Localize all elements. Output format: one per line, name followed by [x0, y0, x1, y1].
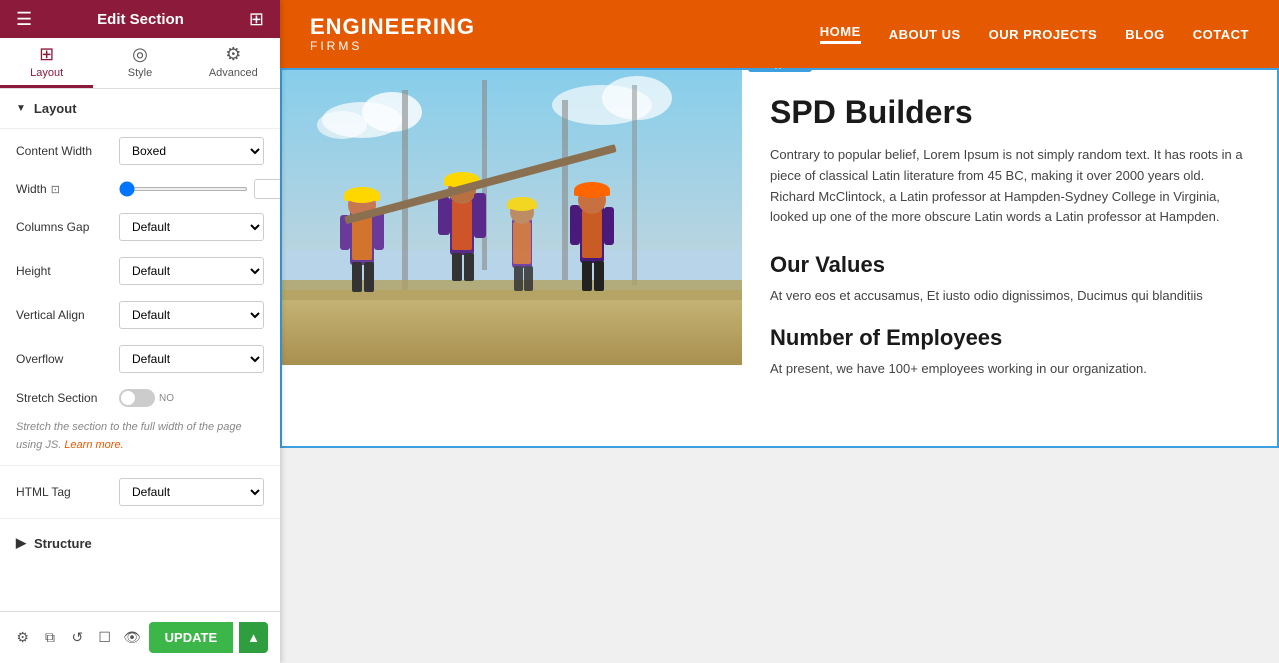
values-text: At vero eos et accusamus, Et iusto odio …: [770, 288, 1249, 303]
panel-tabs: ⊞ Layout ◎ Style ⚙ Advanced: [0, 38, 280, 89]
settings-icon-btn[interactable]: ⚙: [12, 624, 33, 652]
vertical-align-select[interactable]: Default Top Middle Bottom: [119, 301, 264, 329]
stretch-toggle-switch[interactable]: [119, 389, 155, 407]
stretch-toggle-wrapper[interactable]: NO: [119, 389, 174, 407]
grid-icon[interactable]: ⊞: [249, 9, 264, 30]
stretch-hint-row: Stretch the section to the full width of…: [0, 415, 280, 461]
layout-section-header[interactable]: ▼ Layout: [0, 89, 280, 129]
site-logo: ENGINEERING FIRMS: [310, 15, 475, 53]
divider2: [0, 518, 280, 519]
toggle-knob: [121, 391, 135, 405]
tab-style-label: Style: [128, 67, 152, 79]
company-title: SPD Builders: [770, 94, 1249, 131]
height-select[interactable]: Default Fit To Screen Min Height: [119, 257, 264, 285]
nav-link-blog[interactable]: BLOG: [1125, 27, 1165, 42]
edit-panel: ☰ Edit Section ⊞ ⊞ Layout ◎ Style ⚙ Adva…: [0, 0, 280, 663]
content-width-row: Content Width Boxed Full Width: [0, 129, 280, 173]
layout-arrow-icon: ▼: [16, 103, 26, 114]
nav-link-about[interactable]: ABOUT US: [889, 27, 961, 42]
section-image-column: [282, 70, 742, 446]
layout-tab-icon: ⊞: [39, 44, 54, 65]
overflow-label: Overflow: [16, 352, 111, 366]
company-description: Contrary to popular belief, Lorem Ipsum …: [770, 145, 1249, 228]
width-icon: ⊡: [51, 183, 60, 196]
height-row: Height Default Fit To Screen Min Height: [0, 249, 280, 293]
section-close-btn[interactable]: ✕: [789, 68, 812, 72]
width-slider[interactable]: [119, 187, 248, 191]
employees-title: Number of Employees: [770, 325, 1249, 351]
structure-section-header[interactable]: ▶ Structure: [0, 523, 280, 563]
structure-section-label: Structure: [34, 536, 92, 551]
content-width-select[interactable]: Boxed Full Width: [119, 137, 264, 165]
stretch-toggle-value: NO: [159, 393, 174, 404]
panel-title: Edit Section: [97, 11, 184, 28]
section-move-btn[interactable]: ⣿: [767, 68, 789, 72]
tab-advanced[interactable]: ⚙ Advanced: [187, 38, 280, 88]
panel-body: ▼ Layout Content Width Boxed Full Width …: [0, 89, 280, 611]
employees-text: At present, we have 100+ employees worki…: [770, 361, 1249, 376]
section-add-btn[interactable]: +: [747, 68, 767, 72]
nav-link-projects[interactable]: OUR PROJECTS: [989, 27, 1098, 42]
construction-image: [282, 70, 742, 365]
values-title: Our Values: [770, 252, 1249, 278]
update-arrow-button[interactable]: ▲: [239, 622, 268, 653]
width-row: Width ⊡: [0, 173, 280, 205]
section-text-column: SPD Builders Contrary to popular belief,…: [742, 70, 1277, 446]
vertical-align-row: Vertical Align Default Top Middle Bottom: [0, 293, 280, 337]
tab-advanced-label: Advanced: [209, 67, 258, 79]
divider: [0, 465, 280, 466]
page-content: + ⣿ ✕: [280, 68, 1279, 663]
html-tag-row: HTML Tag Default header footer main arti…: [0, 470, 280, 514]
logo-sub-text: FIRMS: [310, 39, 362, 53]
nav-link-home[interactable]: HOME: [820, 24, 861, 44]
history-icon-btn[interactable]: ↺: [67, 624, 88, 652]
html-tag-select[interactable]: Default header footer main article secti…: [119, 478, 264, 506]
tab-layout-label: Layout: [30, 67, 63, 79]
columns-gap-select[interactable]: Default None Narrow Wide: [119, 213, 264, 241]
panel-bottom-bar: ⚙ ⧉ ↺ ☐ 👁 UPDATE ▲: [0, 611, 280, 663]
width-number-input[interactable]: [254, 179, 280, 199]
content-width-label: Content Width: [16, 144, 111, 158]
preview-icon-btn[interactable]: 👁: [121, 624, 142, 652]
site-navigation: ENGINEERING FIRMS HOME ABOUT US OUR PROJ…: [280, 0, 1279, 68]
width-label: Width ⊡: [16, 182, 111, 196]
learn-more-link[interactable]: Learn more.: [64, 439, 123, 451]
overflow-select[interactable]: Default Hidden: [119, 345, 264, 373]
layout-section-label: Layout: [34, 101, 77, 116]
stretch-section-row: Stretch Section NO: [0, 381, 280, 415]
height-label: Height: [16, 264, 111, 278]
style-tab-icon: ◎: [132, 44, 148, 65]
section-toolbar: + ⣿ ✕: [747, 68, 811, 72]
responsive-icon-btn[interactable]: ☐: [94, 624, 115, 652]
stretch-section-label: Stretch Section: [16, 391, 111, 405]
structure-arrow-icon: ▶: [16, 535, 26, 551]
stretch-hint-text: Stretch the section to the full width of…: [16, 421, 242, 451]
tab-layout[interactable]: ⊞ Layout: [0, 38, 93, 88]
columns-gap-label: Columns Gap: [16, 220, 111, 234]
preview-area: ENGINEERING FIRMS HOME ABOUT US OUR PROJ…: [280, 0, 1279, 663]
width-slider-container: [119, 179, 280, 199]
layers-icon-btn[interactable]: ⧉: [39, 624, 60, 652]
advanced-tab-icon: ⚙: [225, 44, 241, 65]
nav-links: HOME ABOUT US OUR PROJECTS BLOG COTACT: [820, 24, 1249, 44]
html-tag-label: HTML Tag: [16, 485, 111, 499]
selected-section: + ⣿ ✕: [280, 68, 1279, 448]
overflow-row: Overflow Default Hidden: [0, 337, 280, 381]
nav-link-contact[interactable]: COTACT: [1193, 27, 1249, 42]
tab-style[interactable]: ◎ Style: [93, 38, 186, 88]
panel-header: ☰ Edit Section ⊞: [0, 0, 280, 38]
menu-icon[interactable]: ☰: [16, 9, 32, 30]
logo-main-text: ENGINEERING: [310, 15, 475, 39]
vertical-align-label: Vertical Align: [16, 308, 111, 322]
columns-gap-row: Columns Gap Default None Narrow Wide: [0, 205, 280, 249]
update-button[interactable]: UPDATE: [149, 622, 233, 653]
